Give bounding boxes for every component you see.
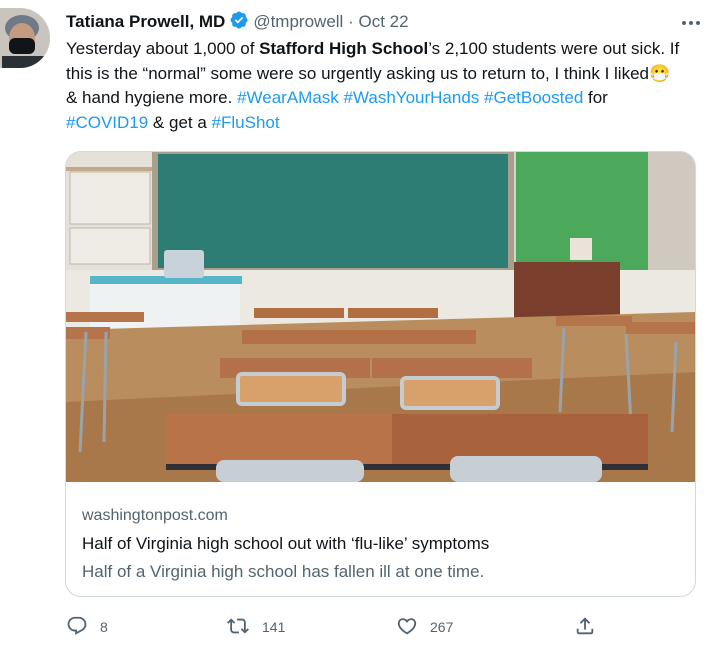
mask-emoji: 😷 <box>648 63 671 83</box>
card-meta: washingtonpost.com Half of Virginia high… <box>82 504 683 585</box>
retweet-button[interactable]: 141 <box>226 612 285 642</box>
hashtag-covid19[interactable]: #COVID19 <box>66 113 148 132</box>
separator-dot: · <box>348 12 354 31</box>
action-bar: 8 141 267 <box>66 612 686 642</box>
hashtag-wearamask[interactable]: #WearAMask <box>237 88 339 107</box>
like-button[interactable]: 267 <box>396 612 453 642</box>
hashtag-getboosted[interactable]: #GetBoosted <box>484 88 583 107</box>
card-image <box>66 152 695 482</box>
text-part: for <box>583 88 608 107</box>
bold-school-name: Stafford High School <box>259 39 429 58</box>
reply-icon <box>66 615 100 640</box>
share-button[interactable] <box>574 612 608 642</box>
verified-badge-icon <box>229 10 249 36</box>
link-card[interactable]: washingtonpost.com Half of Virginia high… <box>65 151 696 597</box>
text-part: & get a <box>148 112 212 132</box>
card-domain: washingtonpost.com <box>82 507 228 524</box>
retweet-count: 141 <box>262 619 286 635</box>
text-part: Yesterday about 1,000 of <box>66 39 260 58</box>
reply-button[interactable]: 8 <box>66 612 108 642</box>
hashtag-washyourhands[interactable]: #WashYourHands <box>344 88 480 107</box>
hashtag-flushot[interactable]: #FluShot <box>212 113 280 132</box>
avatar[interactable] <box>0 8 50 68</box>
author-handle[interactable]: @tmprowell <box>253 12 343 31</box>
share-icon <box>574 615 608 640</box>
more-icon[interactable] <box>681 14 701 25</box>
reply-count: 8 <box>100 619 108 635</box>
card-description: Half of a Virginia high school has falle… <box>82 562 485 581</box>
author-name[interactable]: Tatiana Prowell, MD <box>66 12 225 31</box>
card-title: Half of Virginia high school out with ‘f… <box>82 534 490 553</box>
like-icon <box>396 615 430 640</box>
like-count: 267 <box>430 619 454 635</box>
text-part: & hand hygiene more. <box>66 88 238 107</box>
tweet-header: Tatiana Prowell, MD @tmprowell · Oct 22 <box>66 10 691 34</box>
retweet-icon <box>226 615 262 640</box>
tweet-date[interactable]: Oct 22 <box>358 12 408 31</box>
tweet-text: Yesterday about 1,000 of Stafford High S… <box>66 37 686 135</box>
